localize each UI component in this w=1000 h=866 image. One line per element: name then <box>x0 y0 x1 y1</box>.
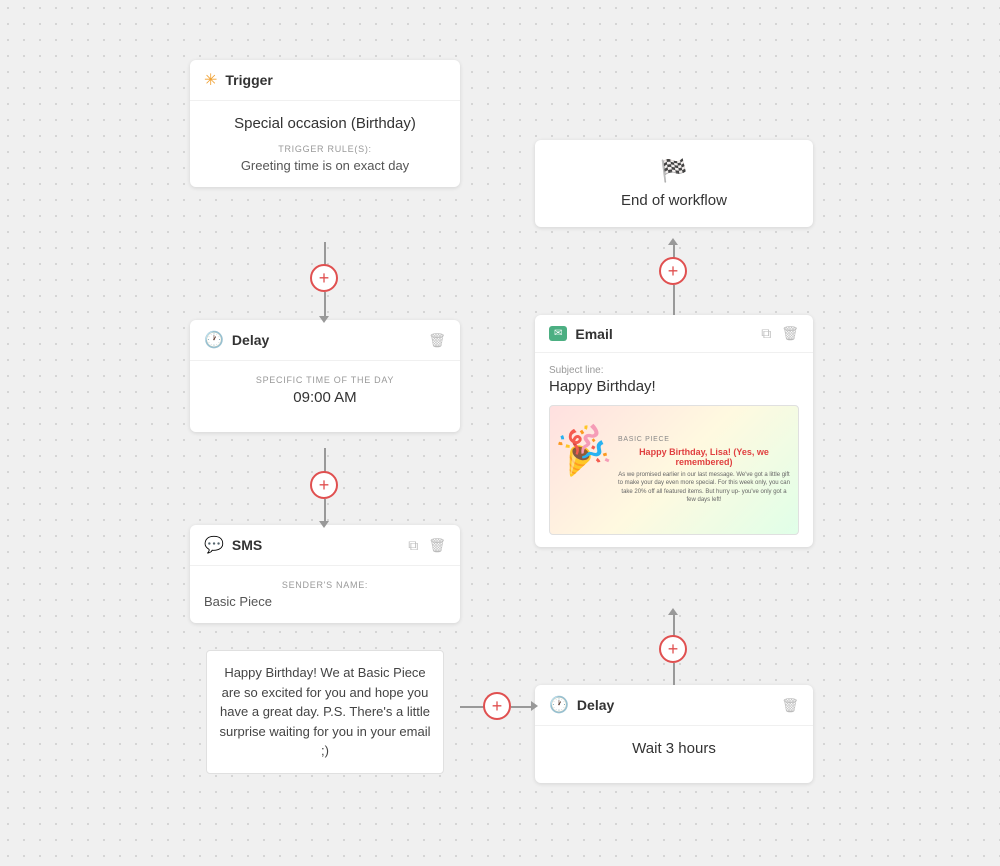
delay-card-left: 🕐 Delay 🗑 SPECIFIC TIME OF THE DAY 09:00… <box>190 320 460 432</box>
delay-left-time-value: 09:00 AM <box>204 389 446 406</box>
email-actions: ⧉ 🗑 <box>761 325 799 342</box>
arrowhead-up-end <box>668 238 678 245</box>
delay-right-title: Delay <box>577 697 614 713</box>
delay-right-icon: 🕐 <box>549 695 569 715</box>
delay-left-header: 🕐 Delay 🗑 <box>190 320 460 361</box>
arrowhead-up-email <box>668 608 678 615</box>
add-step-button-end[interactable]: + <box>659 257 687 285</box>
add-step-button-1[interactable]: + <box>310 264 338 292</box>
delay-left-time-label: SPECIFIC TIME OF THE DAY <box>204 375 446 385</box>
sms-sender-value: Basic Piece <box>204 594 446 609</box>
workflow-canvas: ✳ Trigger Special occasion (Birthday) TR… <box>0 0 1000 866</box>
email-preview: 🎉 BASIC PIECE Happy Birthday, Lisa! (Yes… <box>549 405 799 535</box>
email-badge-icon: ✉ <box>549 326 567 341</box>
delay-card-right: 🕐 Delay 🗑 Wait 3 hours <box>535 685 813 783</box>
sms-card-header: 💬 SMS ⧉ 🗑 <box>190 525 460 566</box>
add-step-button-2[interactable]: + <box>310 471 338 499</box>
trigger-icon: ✳ <box>204 70 217 90</box>
delay-right-wait-value: Wait 3 hours <box>549 740 799 757</box>
delay-right-body: Wait 3 hours <box>535 726 813 783</box>
end-workflow-body: 🏁 End of workflow <box>535 140 813 227</box>
trigger-card-header: ✳ Trigger <box>190 60 460 101</box>
email-card-header: ✉ Email ⧉ 🗑 <box>535 315 813 353</box>
sms-copy-icon[interactable]: ⧉ <box>408 537 418 554</box>
sms-actions: ⧉ 🗑 <box>408 537 446 554</box>
email-preview-body: As we promised earlier in our last messa… <box>618 471 790 505</box>
sms-message-text: Happy Birthday! We at Basic Piece are so… <box>220 665 431 758</box>
arrowhead-2 <box>319 521 329 528</box>
email-title: Email <box>575 326 612 342</box>
arrowhead-right-1 <box>531 701 538 711</box>
trigger-rule-label: TRIGGER RULE(S): <box>204 144 446 154</box>
delay-left-body: SPECIFIC TIME OF THE DAY 09:00 AM <box>190 361 460 432</box>
email-preview-heading: Happy Birthday, Lisa! (Yes, we remembere… <box>618 447 790 467</box>
delay-left-trash-icon[interactable]: 🗑 <box>428 332 446 349</box>
sms-sender-label: Sender's name: <box>204 580 446 590</box>
email-preview-brand: BASIC PIECE <box>618 436 790 443</box>
sms-message-box: Happy Birthday! We at Basic Piece are so… <box>206 650 444 774</box>
delay-right-actions: 🗑 <box>781 697 799 714</box>
delay-left-title: Delay <box>232 332 269 348</box>
email-copy-icon[interactable]: ⧉ <box>761 325 771 342</box>
trigger-main-text: Special occasion (Birthday) <box>204 115 446 132</box>
email-subject-value: Happy Birthday! <box>549 378 799 395</box>
email-card-body: Subject line: Happy Birthday! 🎉 BASIC PI… <box>535 353 813 547</box>
sms-card: 💬 SMS ⧉ 🗑 Sender's name: Basic Piece <box>190 525 460 623</box>
sms-trash-icon[interactable]: 🗑 <box>428 537 446 554</box>
end-workflow-icon: 🏁 <box>549 158 799 184</box>
add-step-button-sms-right[interactable]: + <box>483 692 511 720</box>
end-workflow-title: End of workflow <box>549 192 799 209</box>
sms-icon: 💬 <box>204 535 224 555</box>
delay-right-trash-icon[interactable]: 🗑 <box>781 697 799 714</box>
delay-left-actions: 🗑 <box>428 332 446 349</box>
delay-right-header: 🕐 Delay 🗑 <box>535 685 813 726</box>
sms-title: SMS <box>232 537 262 553</box>
connector-line-end-up2 <box>673 285 675 315</box>
email-trash-icon[interactable]: 🗑 <box>781 325 799 342</box>
arrowhead-1 <box>319 316 329 323</box>
trigger-card: ✳ Trigger Special occasion (Birthday) TR… <box>190 60 460 187</box>
connector-email-up2 <box>673 663 675 685</box>
end-workflow-card: 🏁 End of workflow <box>535 140 813 227</box>
add-step-button-email-top[interactable]: + <box>659 635 687 663</box>
trigger-card-body: Special occasion (Birthday) TRIGGER RULE… <box>190 101 460 187</box>
email-card: ✉ Email ⧉ 🗑 Subject line: Happy Birthday… <box>535 315 813 547</box>
trigger-title: Trigger <box>225 72 272 88</box>
sms-card-body: Sender's name: Basic Piece <box>190 566 460 623</box>
delay-left-icon: 🕐 <box>204 330 224 350</box>
email-left-section: ✉ Email <box>549 326 613 342</box>
email-subject-label: Subject line: <box>549 365 799 376</box>
trigger-rule-value: Greeting time is on exact day <box>204 158 446 173</box>
